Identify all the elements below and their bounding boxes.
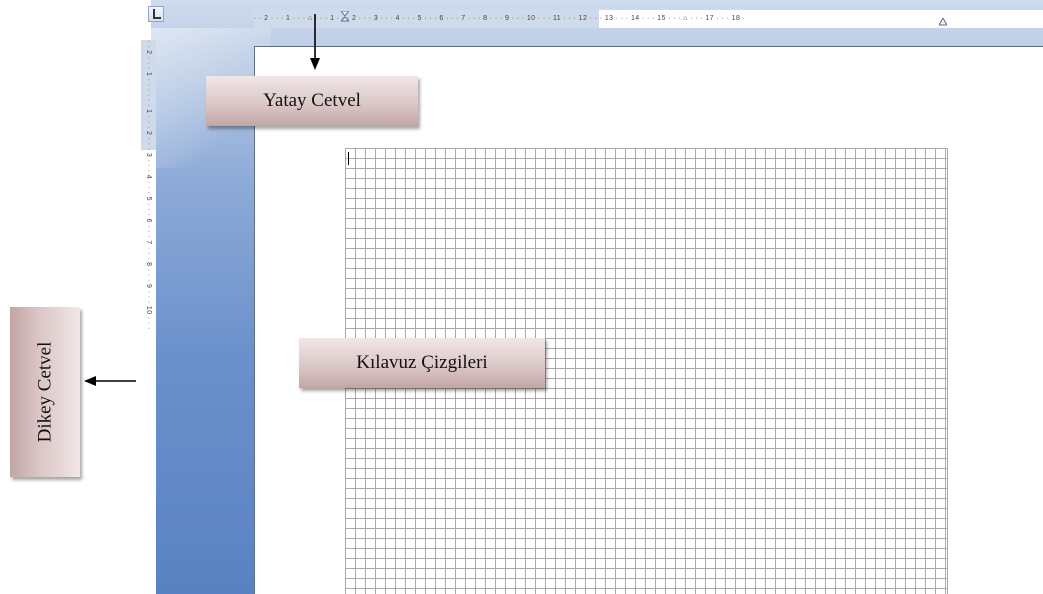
horizontal-ruler-callout: Yatay Cetvel xyxy=(206,76,418,126)
horizontal-ruler-ticks: · · 2 · · · 1 · · · ⌂ · · · 1 · · · 2 · … xyxy=(254,15,746,22)
tab-stop-icon xyxy=(153,9,161,19)
text-cursor xyxy=(348,152,349,165)
tab-stop-selector-button[interactable] xyxy=(148,6,164,22)
vertical-ruler-callout: Dikey Cetvel xyxy=(10,307,80,477)
gridlines-callout-label: Kılavuz Çizgileri xyxy=(356,352,488,373)
left-arrow-icon xyxy=(84,376,136,386)
vertical-ruler[interactable]: · · 2 · · · 1 · · · · · · 1 · · · 2 · · … xyxy=(141,40,156,594)
vertical-ruler-callout-label: Dikey Cetvel xyxy=(34,341,55,443)
right-indent-marker-icon[interactable] xyxy=(939,18,947,26)
left-indent-marker-icon[interactable] xyxy=(341,11,349,23)
horizontal-ruler[interactable]: · · 2 · · · 1 · · · ⌂ · · · 1 · · · 2 · … xyxy=(254,10,1043,28)
horizontal-ruler-callout-label: Yatay Cetvel xyxy=(263,90,361,111)
vertical-ruler-ticks: · · 2 · · · 1 · · · · · · 1 · · · 2 · · … xyxy=(145,40,152,333)
gridlines-callout: Kılavuz Çizgileri xyxy=(299,338,545,388)
down-arrow-icon xyxy=(310,14,320,70)
